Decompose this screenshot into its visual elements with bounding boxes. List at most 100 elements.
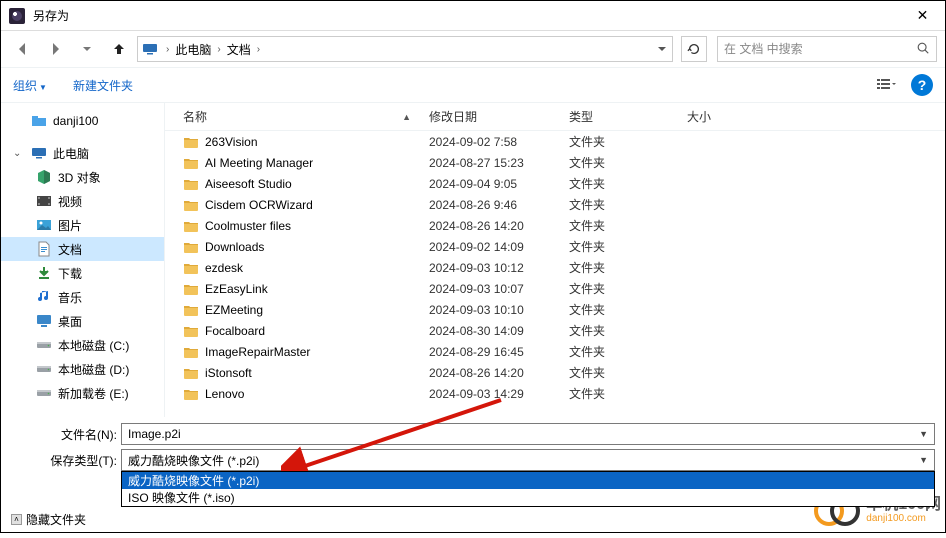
col-name[interactable]: 名称▲ xyxy=(183,108,429,125)
file-type: 文件夹 xyxy=(569,301,687,318)
view-button[interactable] xyxy=(871,73,901,97)
history-button[interactable] xyxy=(73,35,101,63)
table-row[interactable]: iStonsoft2024-08-26 14:20文件夹 xyxy=(165,362,945,383)
arrow-up-icon xyxy=(111,41,127,57)
col-size[interactable]: 大小 xyxy=(687,108,719,125)
folder-icon xyxy=(183,176,199,192)
organize-button[interactable]: 组织▼ xyxy=(13,77,47,94)
sidebar-item[interactable]: 图片 xyxy=(1,213,164,237)
search-box[interactable] xyxy=(717,36,937,62)
sidebar: danji100 ⌄ 此电脑 3D 对象视频图片文档下载音乐桌面本地磁盘 (C:… xyxy=(1,103,164,417)
main-area: danji100 ⌄ 此电脑 3D 对象视频图片文档下载音乐桌面本地磁盘 (C:… xyxy=(1,103,945,417)
table-row[interactable]: Focalboard2024-08-30 14:09文件夹 xyxy=(165,320,945,341)
new-folder-button[interactable]: 新建文件夹 xyxy=(73,77,133,94)
table-row[interactable]: EzEasyLink2024-09-03 10:07文件夹 xyxy=(165,278,945,299)
sidebar-item[interactable]: 新加载卷 (E:) xyxy=(1,381,164,405)
breadcrumb[interactable]: › 此电脑 › 文档 › xyxy=(137,36,673,62)
file-type: 文件夹 xyxy=(569,322,687,339)
refresh-button[interactable] xyxy=(681,36,707,62)
collapse-icon[interactable]: ⌄ xyxy=(13,148,25,159)
col-date[interactable]: 修改日期 xyxy=(429,108,569,125)
close-button[interactable]: ✕ xyxy=(900,1,945,31)
file-date: 2024-08-27 15:23 xyxy=(429,156,569,170)
table-row[interactable]: ImageRepairMaster2024-08-29 16:45文件夹 xyxy=(165,341,945,362)
filename-input[interactable]: Image.p2i ▼ xyxy=(121,423,935,445)
sidebar-item[interactable]: 3D 对象 xyxy=(1,165,164,189)
file-date: 2024-09-03 10:07 xyxy=(429,282,569,296)
music-icon xyxy=(36,289,52,305)
table-row[interactable]: 263Vision2024-09-02 7:58文件夹 xyxy=(165,131,945,152)
folder-icon xyxy=(183,302,199,318)
sidebar-item-danji100[interactable]: danji100 xyxy=(1,109,164,133)
file-name: Focalboard xyxy=(205,324,429,338)
file-type: 文件夹 xyxy=(569,343,687,360)
folder-icon xyxy=(183,281,199,297)
hide-folders-label: 隐藏文件夹 xyxy=(26,511,86,528)
file-date: 2024-09-03 10:10 xyxy=(429,303,569,317)
table-row[interactable]: Coolmuster files2024-08-26 14:20文件夹 xyxy=(165,215,945,236)
crumb-thispc[interactable]: 此电脑 xyxy=(173,41,213,58)
filetype-select[interactable]: 威力酷烧映像文件 (*.p2i) ▼ 威力酷烧映像文件 (*.p2i) ISO … xyxy=(121,449,935,471)
search-icon[interactable] xyxy=(916,41,930,58)
refresh-icon xyxy=(687,42,701,56)
table-row[interactable]: Lenovo2024-09-03 14:29文件夹 xyxy=(165,383,945,404)
forward-button[interactable] xyxy=(41,35,69,63)
sidebar-item[interactable]: 音乐 xyxy=(1,285,164,309)
navbar: › 此电脑 › 文档 › xyxy=(1,31,945,67)
chevron-right-icon: › xyxy=(213,44,224,55)
filetype-dropdown: 威力酷烧映像文件 (*.p2i) ISO 映像文件 (*.iso) xyxy=(121,471,935,507)
file-type: 文件夹 xyxy=(569,154,687,171)
search-input[interactable] xyxy=(724,42,916,56)
file-name: ezdesk xyxy=(205,261,429,275)
sidebar-item[interactable]: 文档 xyxy=(1,237,164,261)
sidebar-item[interactable]: 下载 xyxy=(1,261,164,285)
sidebar-item[interactable]: 本地磁盘 (D:) xyxy=(1,357,164,381)
crumb-folder[interactable]: 文档 xyxy=(225,41,253,58)
download-icon xyxy=(36,265,52,281)
sidebar-item[interactable]: 本地磁盘 (C:) xyxy=(1,333,164,357)
sidebar-item[interactable]: 视频 xyxy=(1,189,164,213)
file-name: EzEasyLink xyxy=(205,282,429,296)
table-row[interactable]: EZMeeting2024-09-03 10:10文件夹 xyxy=(165,299,945,320)
folder-icon xyxy=(183,365,199,381)
file-name: ImageRepairMaster xyxy=(205,345,429,359)
video-icon xyxy=(36,193,52,209)
sidebar-item[interactable]: 桌面 xyxy=(1,309,164,333)
sidebar-item-label: 音乐 xyxy=(58,289,82,306)
filetype-option[interactable]: 威力酷烧映像文件 (*.p2i) xyxy=(122,472,934,489)
col-type[interactable]: 类型 xyxy=(569,108,687,125)
help-button[interactable]: ? xyxy=(911,74,933,96)
chevron-down-icon[interactable]: ▼ xyxy=(919,455,928,465)
file-type: 文件夹 xyxy=(569,196,687,213)
disk-icon xyxy=(36,337,52,353)
file-type: 文件夹 xyxy=(569,364,687,381)
toolbar: 组织▼ 新建文件夹 ? xyxy=(1,67,945,103)
table-row[interactable]: ezdesk2024-09-03 10:12文件夹 xyxy=(165,257,945,278)
disk-icon xyxy=(36,385,52,401)
table-row[interactable]: Aiseesoft Studio2024-09-04 9:05文件夹 xyxy=(165,173,945,194)
file-name: AI Meeting Manager xyxy=(205,156,429,170)
back-button[interactable] xyxy=(9,35,37,63)
file-type: 文件夹 xyxy=(569,280,687,297)
sidebar-item-label: 视频 xyxy=(58,193,82,210)
file-date: 2024-09-02 7:58 xyxy=(429,135,569,149)
bottom-panel: 文件名(N): Image.p2i ▼ 保存类型(T): 威力酷烧映像文件 (*… xyxy=(1,417,945,538)
up-button[interactable] xyxy=(105,35,133,63)
table-row[interactable]: AI Meeting Manager2024-08-27 15:23文件夹 xyxy=(165,152,945,173)
file-date: 2024-09-03 10:12 xyxy=(429,261,569,275)
file-type: 文件夹 xyxy=(569,238,687,255)
filetype-option[interactable]: ISO 映像文件 (*.iso) xyxy=(122,489,934,506)
hide-folders-toggle[interactable]: ˄ 隐藏文件夹 xyxy=(11,511,86,528)
arrow-right-icon xyxy=(47,41,63,57)
chevron-down-icon xyxy=(657,44,667,54)
sidebar-item-thispc[interactable]: ⌄ 此电脑 xyxy=(1,141,164,165)
view-icon xyxy=(876,77,896,93)
folder-icon xyxy=(183,239,199,255)
table-row[interactable]: Cisdem OCRWizard2024-08-26 9:46文件夹 xyxy=(165,194,945,215)
titlebar: 另存为 ✕ xyxy=(1,1,945,31)
picture-icon xyxy=(36,217,52,233)
expand-icon: ˄ xyxy=(11,514,22,525)
chevron-down-icon[interactable]: ▼ xyxy=(919,429,928,439)
table-row[interactable]: Downloads2024-09-02 14:09文件夹 xyxy=(165,236,945,257)
breadcrumb-dropdown[interactable] xyxy=(652,37,672,61)
